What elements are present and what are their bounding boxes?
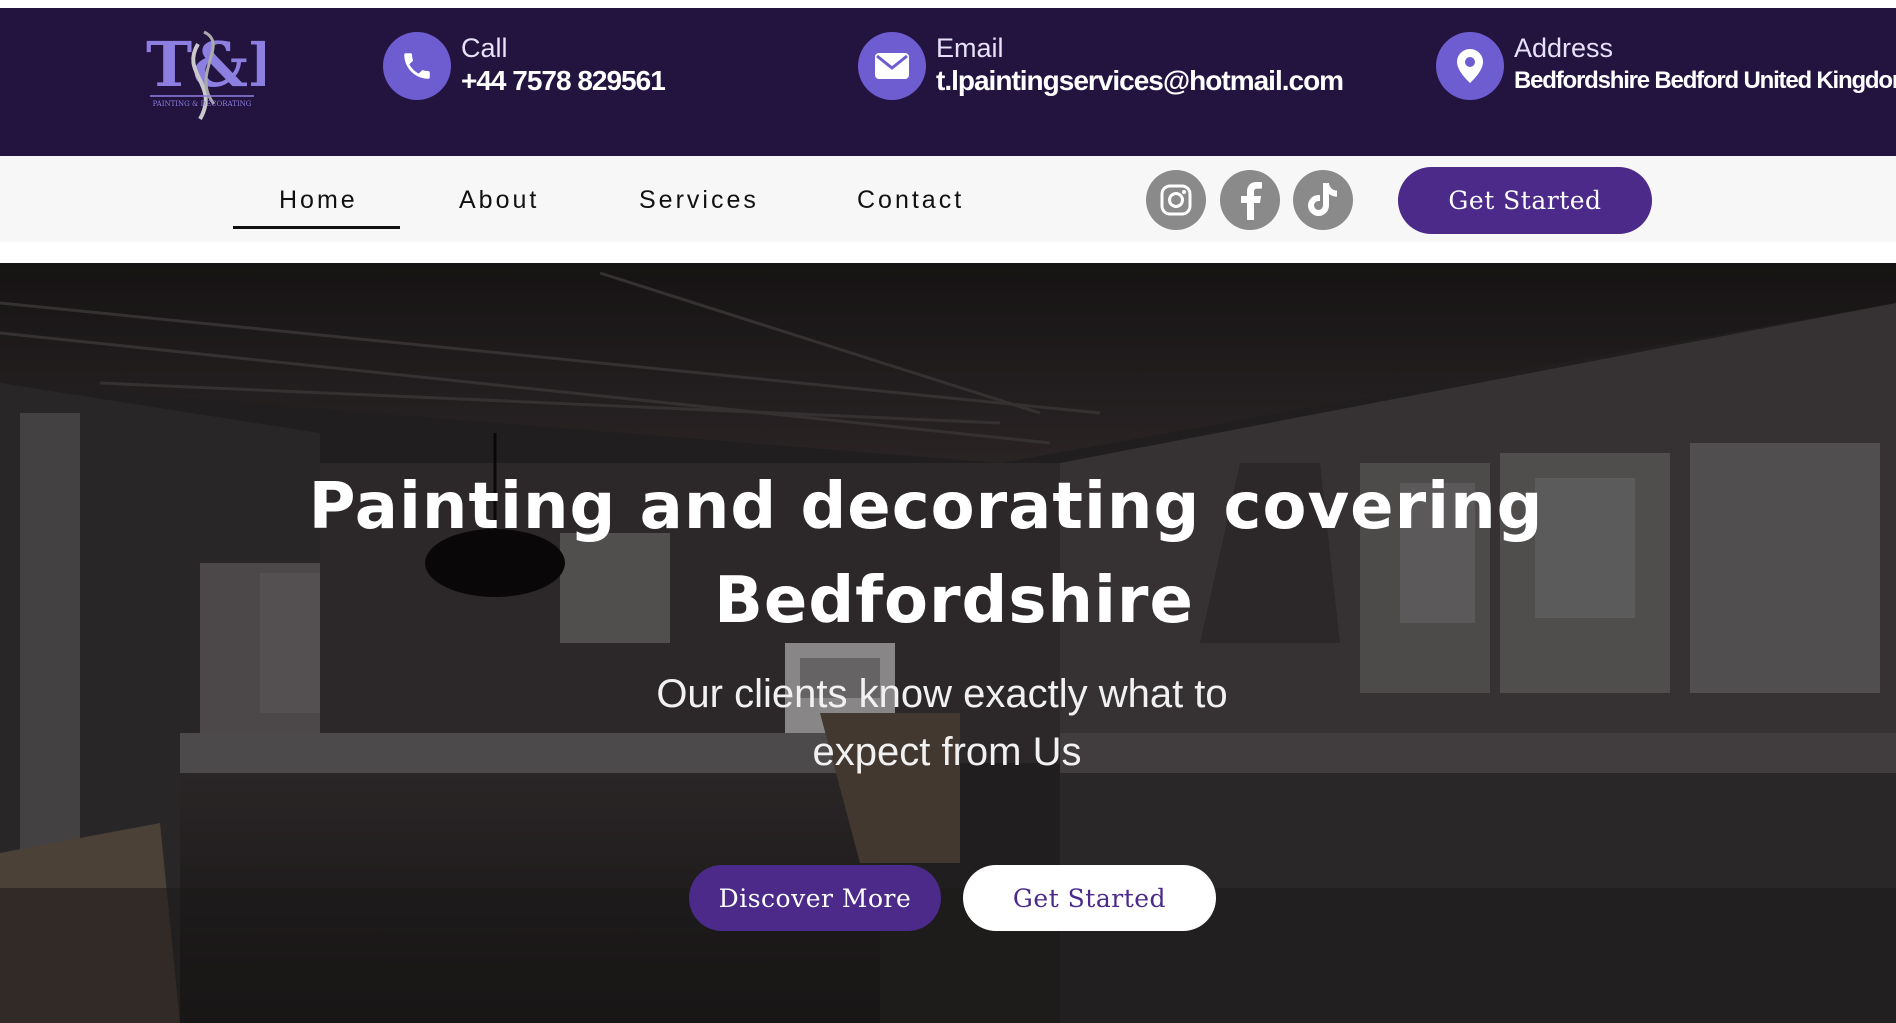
nav-contact[interactable]: Contact bbox=[857, 186, 964, 215]
nav-get-started-button[interactable]: Get Started bbox=[1398, 167, 1652, 234]
nav-about[interactable]: About bbox=[459, 186, 539, 215]
address-value: Bedfordshire Bedford United Kingdom bbox=[1514, 67, 1896, 94]
hero-title-line-2: Bedfordshire bbox=[714, 564, 1194, 638]
hero-get-started-button[interactable]: Get Started bbox=[963, 865, 1216, 931]
phone-icon bbox=[383, 32, 451, 100]
email-address[interactable]: t.lpaintingservices@hotmail.com bbox=[936, 63, 1344, 99]
nav-home[interactable]: Home bbox=[279, 186, 358, 215]
discover-more-button[interactable]: Discover More bbox=[689, 865, 941, 931]
nav-services[interactable]: Services bbox=[639, 186, 759, 215]
envelope-icon bbox=[858, 32, 926, 100]
facebook-icon[interactable] bbox=[1220, 170, 1280, 230]
active-nav-indicator bbox=[233, 226, 400, 229]
call-label: Call bbox=[461, 33, 508, 63]
hero-subtitle-line-1: Our clients know exactly what to bbox=[656, 672, 1228, 716]
hero-subtitle-line-2: expect from Us bbox=[812, 730, 1082, 774]
address-label: Address bbox=[1514, 33, 1614, 63]
instagram-icon[interactable] bbox=[1146, 170, 1206, 230]
contact-email[interactable]: Email t.lpaintingservices@hotmail.com bbox=[858, 30, 1344, 102]
phone-number[interactable]: +44 7578 829561 bbox=[461, 63, 666, 99]
email-label: Email bbox=[936, 33, 1004, 63]
tiktok-icon[interactable] bbox=[1293, 170, 1353, 230]
logo-mark: T&L PAINTING & DECORATING bbox=[146, 28, 292, 120]
logo[interactable]: T&L PAINTING & DECORATING bbox=[140, 14, 292, 136]
hero-section: Painting and decorating covering Bedford… bbox=[0, 263, 1896, 1023]
location-pin-icon bbox=[1436, 32, 1504, 100]
contact-address[interactable]: Address Bedfordshire Bedford United King… bbox=[1436, 30, 1896, 102]
hero-title-line-1: Painting and decorating covering bbox=[308, 470, 1544, 544]
logo-tagline: PAINTING & DECORATING bbox=[153, 100, 252, 108]
contact-call[interactable]: Call +44 7578 829561 bbox=[383, 30, 666, 102]
